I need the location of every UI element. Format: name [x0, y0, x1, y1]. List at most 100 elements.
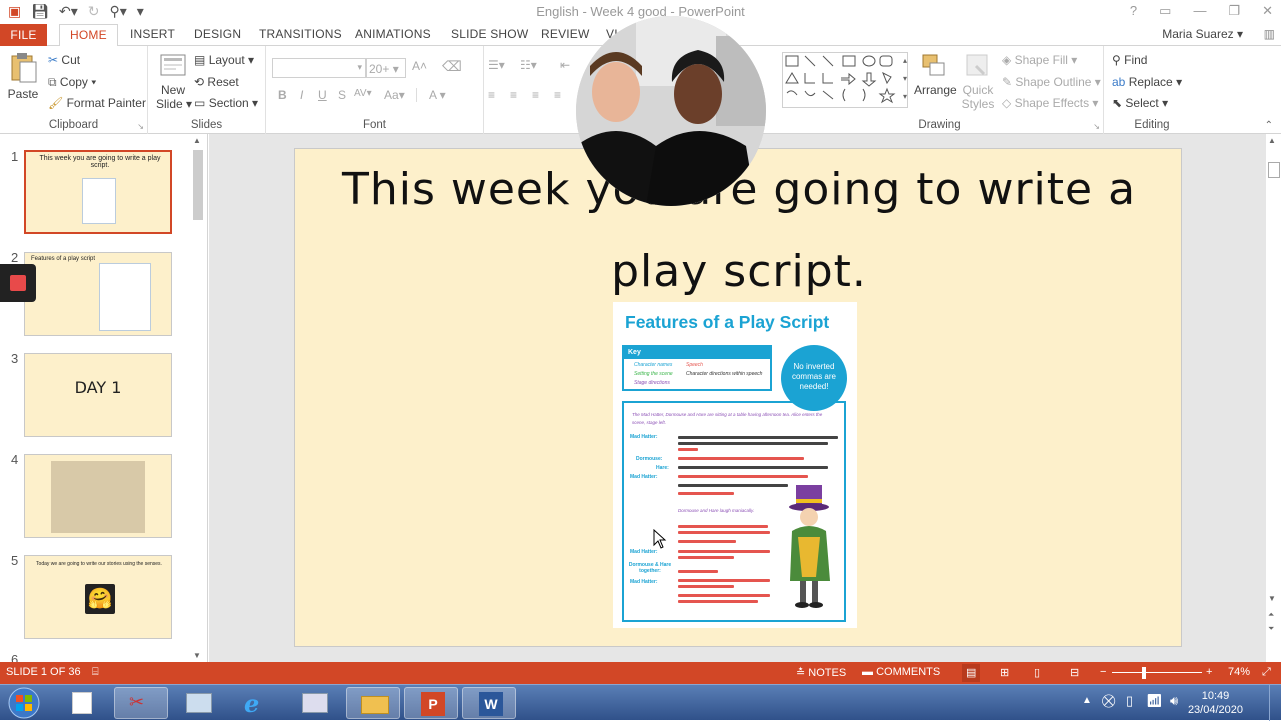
- shape-fill-button[interactable]: ◈ Shape Fill ▾: [1002, 53, 1077, 67]
- align-left-icon[interactable]: ≡: [488, 88, 495, 102]
- new-slide-button[interactable]: New Slide ▾: [156, 52, 192, 111]
- spell-check-icon[interactable]: ⌸: [92, 666, 99, 679]
- justify-icon[interactable]: ≡: [554, 88, 561, 102]
- help-icon[interactable]: ?: [1130, 3, 1137, 19]
- zoom-slider-handle[interactable]: [1142, 667, 1146, 679]
- taskbar-file-explorer[interactable]: [346, 687, 400, 719]
- collapse-ribbon-icon[interactable]: ⌃: [1265, 120, 1273, 131]
- font-color-button[interactable]: A ▾: [416, 88, 446, 102]
- close-icon[interactable]: ✕: [1262, 3, 1273, 19]
- zoom-slider[interactable]: [1112, 672, 1202, 673]
- taskbar-internet-explorer[interactable]: e: [230, 687, 284, 719]
- wifi-icon[interactable]: 📶︎: [1146, 693, 1163, 709]
- scroll-thumb[interactable]: [1268, 162, 1280, 178]
- show-desktop-button[interactable]: [1269, 685, 1281, 721]
- font-name-box[interactable]: ▾: [272, 58, 366, 78]
- notes-button[interactable]: ≛ NOTES: [796, 666, 846, 679]
- user-account[interactable]: Maria Suarez ▾: [1162, 27, 1243, 41]
- gallery-scroll[interactable]: ▴ ▾ ▾: [900, 52, 910, 108]
- normal-view-icon[interactable]: ▤: [962, 664, 981, 682]
- tab-review[interactable]: REVIEW: [541, 27, 590, 41]
- network-icon[interactable]: ⛒: [1102, 693, 1115, 709]
- scroll-down-icon[interactable]: ▼: [1268, 594, 1276, 603]
- cut-button[interactable]: ✂ Cut: [48, 53, 80, 67]
- paste-button[interactable]: Paste: [8, 52, 40, 101]
- underline-button[interactable]: U: [318, 88, 327, 102]
- taskbar-snipping-tool[interactable]: ✂: [114, 687, 168, 719]
- tab-animations[interactable]: ANIMATIONS: [355, 27, 431, 41]
- select-button[interactable]: ⬉ Select ▾: [1112, 96, 1168, 110]
- comments-button[interactable]: ▬ COMMENTS: [862, 666, 940, 678]
- ribbon-display-icon[interactable]: ▭: [1159, 3, 1171, 19]
- bold-button[interactable]: B: [278, 88, 287, 102]
- copy-button[interactable]: ⧉ Copy ▾: [48, 75, 96, 90]
- previous-slide-icon[interactable]: ⏶: [1268, 610, 1274, 620]
- scroll-down-icon[interactable]: ▼: [193, 651, 201, 660]
- shadow-button[interactable]: S: [338, 88, 346, 102]
- start-button[interactable]: [4, 685, 44, 721]
- grow-font-button[interactable]: A˄: [412, 59, 427, 73]
- reset-button[interactable]: ⟲ Reset: [194, 75, 239, 89]
- fit-slide-icon[interactable]: ⤢: [1262, 666, 1271, 679]
- align-right-icon[interactable]: ≡: [532, 88, 539, 102]
- quick-styles-button[interactable]: Quick Styles: [958, 52, 998, 111]
- next-slide-icon[interactable]: ⏷: [1268, 624, 1274, 634]
- clear-formatting-icon[interactable]: ⌫: [442, 58, 462, 75]
- recording-indicator[interactable]: [0, 264, 36, 302]
- numbering-icon[interactable]: ☷▾: [520, 58, 537, 72]
- bullets-icon[interactable]: ☰▾: [488, 58, 505, 72]
- minimize-icon[interactable]: —: [1193, 3, 1206, 19]
- taskbar-app-window-2[interactable]: [288, 687, 342, 719]
- tab-transitions[interactable]: TRANSITIONS: [259, 27, 342, 41]
- battery-icon[interactable]: ▯: [1126, 693, 1133, 709]
- taskbar-notepad[interactable]: [56, 687, 110, 719]
- play-script-image[interactable]: Features of a Play Script Key Character …: [613, 302, 857, 628]
- tab-home[interactable]: HOME: [59, 24, 118, 47]
- dialog-launcher-icon[interactable]: ↘: [137, 122, 144, 131]
- font-size-box[interactable]: 20+ ▾: [366, 58, 406, 78]
- user-avatar-icon[interactable]: ▥: [1264, 27, 1275, 41]
- reading-view-icon[interactable]: ▯: [1034, 666, 1040, 679]
- replace-button[interactable]: ab Replace ▾: [1112, 75, 1182, 89]
- restore-icon[interactable]: ❐: [1228, 3, 1240, 19]
- shape-effects-button[interactable]: ◇ Shape Effects ▾: [1002, 96, 1098, 110]
- change-case-button[interactable]: Aa▾: [384, 88, 405, 102]
- system-clock[interactable]: 10:49 23/04/2020: [1188, 689, 1243, 717]
- thumbnail-scrollbar[interactable]: ▲ ▼: [191, 134, 205, 662]
- find-button[interactable]: ⚲ Find: [1112, 53, 1147, 67]
- volume-icon[interactable]: 🔊︎: [1170, 693, 1178, 709]
- slideshow-icon[interactable]: ⊟: [1070, 666, 1079, 679]
- align-center-icon[interactable]: ≡: [510, 88, 517, 102]
- taskbar-word[interactable]: W: [462, 687, 516, 719]
- taskbar-powerpoint[interactable]: P: [404, 687, 458, 719]
- shapes-gallery[interactable]: [782, 52, 908, 108]
- slide-thumbnail-1[interactable]: This week you are going to write a play …: [23, 149, 173, 235]
- tab-slide-show[interactable]: SLIDE SHOW: [451, 27, 528, 41]
- current-slide[interactable]: This week you are going to write a play …: [294, 148, 1182, 647]
- character-spacing-button[interactable]: AV▾: [354, 88, 372, 99]
- slide-thumbnail-5[interactable]: Today we are going to write our stories …: [24, 555, 172, 639]
- zoom-out-icon[interactable]: −: [1100, 666, 1106, 678]
- format-painter-button[interactable]: 🖌︎ Format Painter: [48, 96, 146, 110]
- shape-outline-button[interactable]: ✎ Shape Outline ▾: [1002, 75, 1101, 89]
- tab-design[interactable]: DESIGN: [194, 27, 241, 41]
- drawing-dialog-launcher-icon[interactable]: ↘: [1093, 122, 1100, 131]
- layout-button[interactable]: ▤ Layout ▾: [194, 53, 254, 67]
- zoom-in-icon[interactable]: +: [1206, 666, 1212, 678]
- taskbar-app-window[interactable]: [172, 687, 226, 719]
- scroll-thumb[interactable]: [193, 150, 203, 220]
- scroll-up-icon[interactable]: ▲: [1268, 136, 1278, 146]
- zoom-level[interactable]: 74%: [1228, 666, 1250, 678]
- arrange-button[interactable]: Arrange: [914, 52, 957, 97]
- italic-button[interactable]: I: [300, 88, 303, 102]
- slide-thumbnail-2[interactable]: Features of a play script: [24, 252, 172, 336]
- section-button[interactable]: ▭ Section ▾: [194, 96, 258, 110]
- slide-sorter-icon[interactable]: ⊞: [1000, 666, 1009, 679]
- tab-file[interactable]: FILE: [0, 24, 47, 46]
- decrease-indent-icon[interactable]: ⇤: [560, 58, 570, 72]
- slide-scrollbar[interactable]: ▲ ▼ ⏶ ⏷: [1265, 134, 1281, 662]
- show-hidden-icons-icon[interactable]: ▲: [1082, 695, 1092, 706]
- slide-thumbnail-4[interactable]: [24, 454, 172, 538]
- tab-insert[interactable]: INSERT: [130, 27, 175, 41]
- slide-thumbnail-3[interactable]: DAY 1: [24, 353, 172, 437]
